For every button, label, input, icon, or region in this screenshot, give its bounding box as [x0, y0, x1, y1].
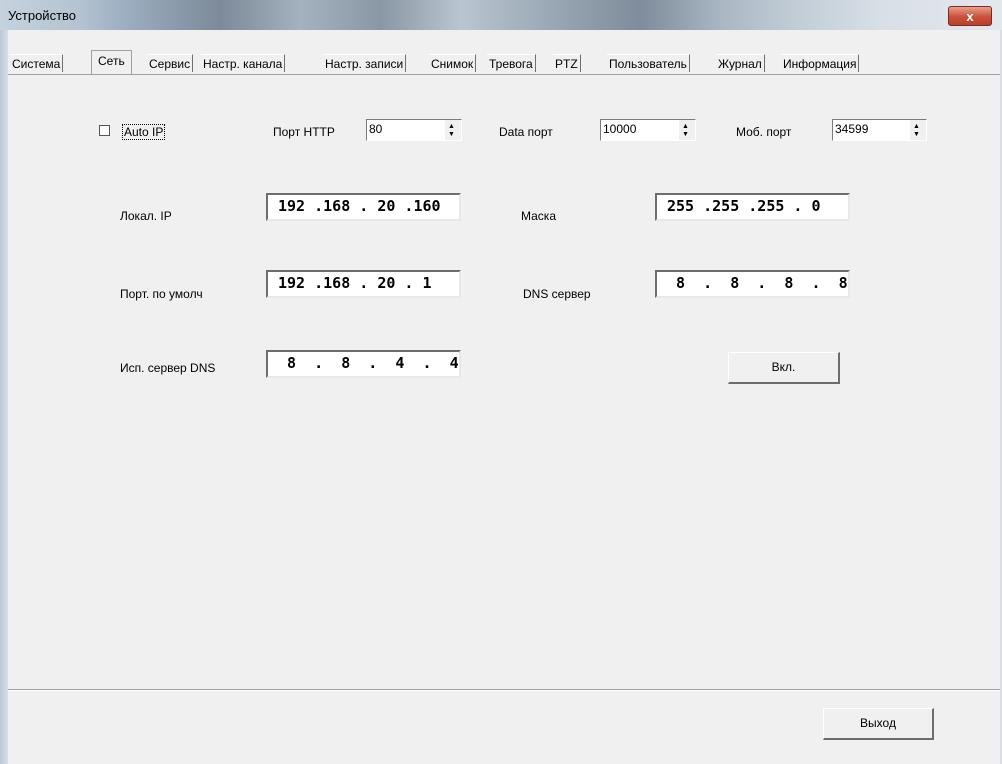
- mobile-port-spinner[interactable]: 34599 ▲ ▼: [832, 119, 927, 141]
- window-title: Устройство: [8, 8, 77, 23]
- alt-dns-label: Исп. сервер DNS: [120, 361, 216, 375]
- exit-button[interactable]: Выход: [823, 708, 934, 740]
- mobile-port-label: Моб. порт: [736, 125, 792, 139]
- dns-label: DNS сервер: [523, 287, 591, 301]
- mask-field[interactable]: 255 .255 .255 . 0: [655, 193, 850, 221]
- dialog-client-area: Система Сеть Сервис Настр. канала Настр.…: [8, 30, 1000, 764]
- gateway-field[interactable]: 192 .168 . 20 . 1: [266, 270, 461, 298]
- tab-record-settings[interactable]: Настр. записи: [323, 54, 407, 72]
- tab-ptz[interactable]: PTZ: [553, 54, 581, 72]
- spinner-arrows-icon[interactable]: ▲ ▼: [679, 120, 695, 140]
- tab-network[interactable]: Сеть: [91, 50, 132, 74]
- window-frame-left: [0, 30, 8, 764]
- local-ip-label: Локал. IP: [120, 209, 172, 223]
- auto-ip-label[interactable]: Auto IP: [122, 124, 166, 140]
- enable-button[interactable]: Вкл.: [728, 352, 840, 384]
- tab-alarm[interactable]: Тревога: [487, 54, 536, 72]
- panel-divider-highlight: [8, 690, 1000, 691]
- tab-underline: [8, 74, 1000, 75]
- tab-system[interactable]: Система: [10, 54, 64, 72]
- spinner-arrows-icon[interactable]: ▲ ▼: [445, 120, 461, 140]
- tab-user[interactable]: Пользователь: [607, 54, 690, 72]
- auto-ip-checkbox[interactable]: [99, 125, 110, 136]
- http-port-value: 80: [369, 122, 383, 136]
- title-bar: Устройство x: [0, 0, 1002, 30]
- http-port-spinner[interactable]: 80 ▲ ▼: [366, 119, 462, 141]
- close-button[interactable]: x: [948, 6, 992, 26]
- local-ip-field[interactable]: 192 .168 . 20 .160: [266, 193, 461, 221]
- tab-service[interactable]: Сервис: [147, 54, 194, 72]
- tab-info[interactable]: Информация: [781, 54, 860, 72]
- alt-dns-field[interactable]: 8 . 8 . 4 . 4: [266, 350, 461, 378]
- data-port-spinner[interactable]: 10000 ▲ ▼: [600, 119, 696, 141]
- http-port-label: Порт HTTP: [273, 125, 335, 139]
- tab-log[interactable]: Журнал: [716, 54, 765, 72]
- spinner-arrows-icon[interactable]: ▲ ▼: [910, 120, 926, 140]
- mask-label: Маска: [521, 209, 556, 223]
- data-port-value: 10000: [603, 122, 637, 136]
- data-port-label: Data порт: [499, 125, 553, 139]
- mobile-port-value: 34599: [835, 122, 869, 136]
- dns-field[interactable]: 8 . 8 . 8 . 8: [655, 270, 850, 298]
- tab-channel-settings[interactable]: Настр. канала: [201, 54, 286, 72]
- gateway-label: Порт. по умолч: [120, 287, 203, 301]
- close-icon: x: [966, 9, 974, 24]
- tab-snapshot[interactable]: Снимок: [429, 54, 477, 72]
